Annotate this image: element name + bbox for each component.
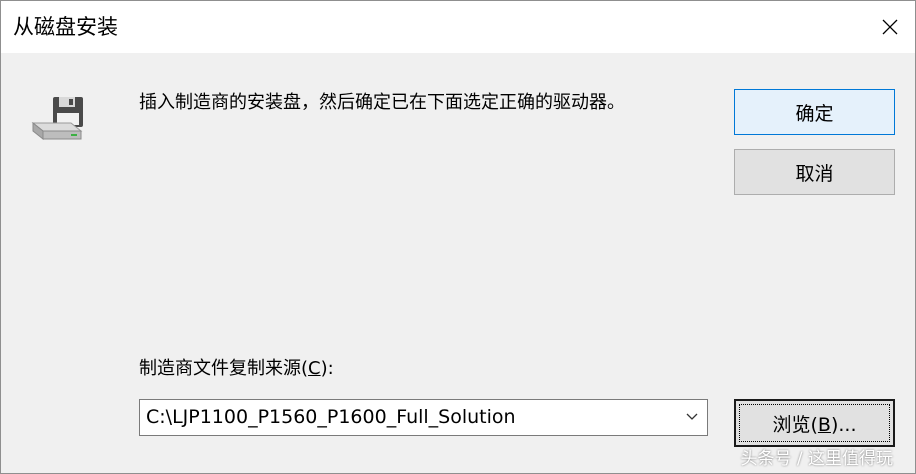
browse-label-accel: B — [817, 413, 831, 436]
copy-source-label-prefix: 制造商文件复制来源( — [139, 358, 309, 379]
instruction-message: 插入制造商的安装盘，然后确定已在下面选定正确的驱动器。 — [139, 92, 625, 113]
browse-label-prefix: 浏览( — [772, 413, 818, 436]
cancel-button-label: 取消 — [795, 162, 834, 185]
ok-button-label: 确定 — [795, 102, 834, 125]
cancel-button[interactable]: 取消 — [734, 149, 895, 195]
install-from-disk-dialog: 从磁盘安装 插入制造商的安装盘，然后确定已在下面选定正确的驱动器。 确定 取消 … — [0, 0, 916, 474]
window-title: 从磁盘安装 — [13, 15, 118, 39]
close-button[interactable] — [865, 1, 915, 53]
watermark-text: 头条号 / 这里值得玩 — [740, 449, 893, 469]
ok-button[interactable]: 确定 — [734, 89, 895, 135]
copy-source-label-suffix: ): — [320, 358, 334, 379]
close-icon — [882, 19, 898, 35]
copy-source-combobox[interactable]: C:\LJP1100_P1560_P1600_Full_Solution — [139, 399, 708, 436]
copy-source-label-accel: C — [308, 358, 321, 379]
floppy-drive-icon — [31, 93, 87, 143]
title-bar: 从磁盘安装 — [1, 1, 915, 53]
chevron-down-icon[interactable] — [685, 412, 699, 422]
copy-source-value[interactable]: C:\LJP1100_P1560_P1600_Full_Solution — [146, 405, 516, 429]
browse-button-label: 浏览(B)... — [773, 410, 857, 437]
browse-button[interactable]: 浏览(B)... — [734, 399, 895, 447]
copy-source-label: 制造商文件复制来源(C): — [139, 357, 334, 381]
browse-label-suffix: )... — [830, 413, 857, 436]
